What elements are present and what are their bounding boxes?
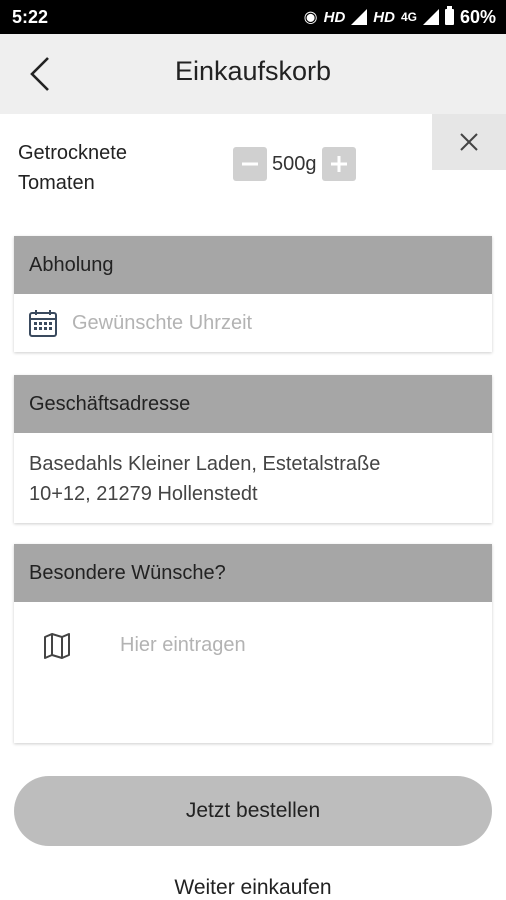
wishes-input[interactable]: Hier eintragen bbox=[14, 602, 492, 743]
order-button[interactable]: Jetzt bestellen bbox=[14, 776, 492, 846]
address-line2: 10+12, 21279 Hollenstedt bbox=[29, 483, 258, 505]
wishes-card: Besondere Wünsche? Hier eintragen bbox=[14, 544, 492, 743]
decrease-button[interactable] bbox=[233, 147, 267, 181]
map-icon bbox=[44, 633, 70, 659]
quantity-stepper: 500g bbox=[233, 147, 356, 181]
battery-icon bbox=[444, 6, 454, 25]
network-type: 4G bbox=[400, 10, 417, 24]
wishes-header: Besondere Wünsche? bbox=[14, 544, 492, 602]
plus-icon bbox=[330, 156, 347, 172]
app-bar: Einkaufskorb bbox=[0, 34, 506, 114]
continue-shopping-label: Weiter einkaufen bbox=[174, 876, 332, 899]
pickup-time-field[interactable]: Gewünschte Uhrzeit bbox=[14, 294, 492, 352]
wishes-placeholder: Hier eintragen bbox=[120, 634, 246, 656]
status-time: 5:22 bbox=[12, 6, 49, 27]
address-card: Geschäftsadresse Basedahls Kleiner Laden… bbox=[14, 375, 492, 523]
close-icon bbox=[460, 133, 478, 151]
item-name-line2: Tomaten bbox=[18, 172, 95, 194]
item-name-line1: Getrocknete bbox=[18, 142, 127, 164]
page-title: Einkaufskorb bbox=[174, 56, 332, 86]
continue-shopping-link[interactable]: Weiter einkaufen bbox=[0, 876, 506, 900]
network-label-2: HD bbox=[373, 8, 395, 26]
pickup-card: Abholung Gewünschte Uhrzeit bbox=[14, 236, 492, 352]
address-text: Basedahls Kleiner Laden, Estetalstraße 1… bbox=[14, 433, 492, 523]
calendar-icon bbox=[29, 310, 57, 337]
status-bar: 5:22 ◉ HD HD 4G 60% bbox=[0, 0, 506, 34]
quantity-value: 500g bbox=[272, 152, 317, 175]
cart-item: Getrocknete Tomaten 500g bbox=[0, 114, 506, 214]
hotspot-icon: ◉ bbox=[303, 9, 318, 26]
minus-icon bbox=[242, 162, 258, 166]
status-icons: ◉ HD HD 4G 60% bbox=[303, 6, 496, 28]
signal-icon bbox=[351, 9, 368, 25]
remove-item-button[interactable] bbox=[432, 114, 506, 170]
item-name: Getrocknete Tomaten bbox=[18, 138, 218, 198]
address-line1: Basedahls Kleiner Laden, Estetalstraße bbox=[29, 453, 381, 475]
pickup-time-placeholder: Gewünschte Uhrzeit bbox=[72, 311, 253, 334]
battery-level: 60% bbox=[459, 6, 496, 27]
increase-button[interactable] bbox=[321, 147, 356, 181]
signal-icon-2 bbox=[422, 9, 439, 25]
order-button-label: Jetzt bestellen bbox=[185, 799, 321, 822]
network-label-1: HD bbox=[323, 8, 346, 26]
pickup-header: Abholung bbox=[14, 236, 492, 294]
address-header: Geschäftsadresse bbox=[14, 375, 492, 433]
